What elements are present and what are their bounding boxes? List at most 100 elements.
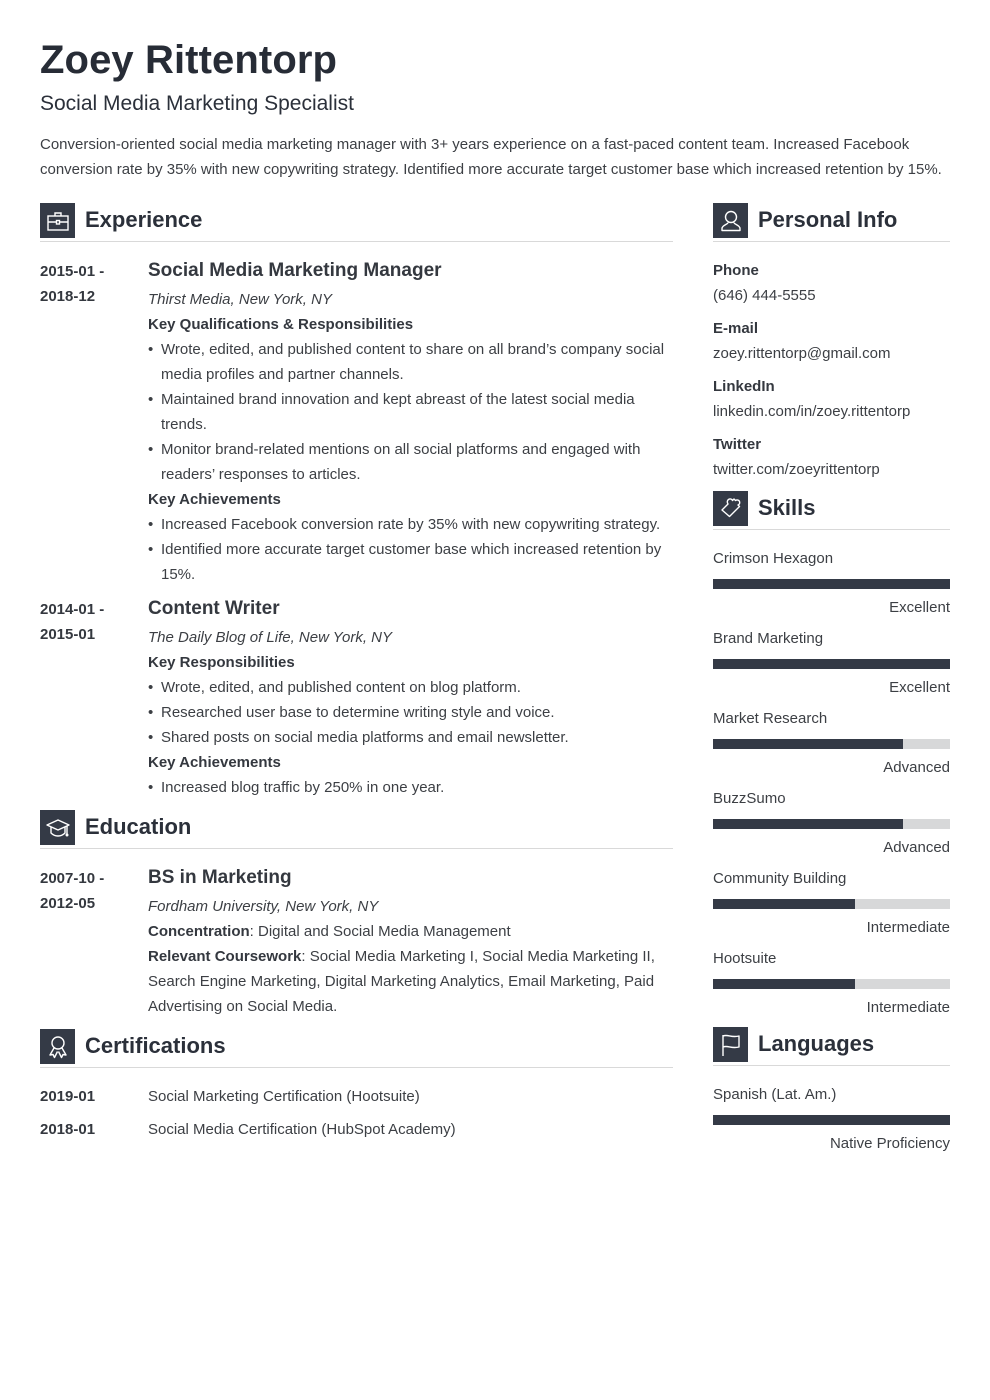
briefcase-icon xyxy=(40,203,75,238)
languages-section: Languages Spanish (Lat. Am.) Native Profi… xyxy=(713,1026,950,1156)
skill-level-label: Intermediate xyxy=(866,999,950,1016)
degree-title: BS in Marketing xyxy=(148,867,292,888)
education-header: Education xyxy=(40,809,673,849)
job-bullet-list: Increased Facebook conversion rate by 35… xyxy=(148,512,673,587)
languages-heading: Languages xyxy=(758,1031,875,1056)
skill-name: Community Building xyxy=(713,870,847,887)
personal-info-section: Personal Info Phone (646) 444-5555 E-mai… xyxy=(713,202,950,482)
skill: BuzzSumo Advanced xyxy=(713,786,950,860)
job-group-label: Key Qualifications & Responsibilities xyxy=(148,316,414,333)
education-section: Education 2007-10 - 2012-05 BS in Market… xyxy=(40,809,673,1019)
skill-level-fill xyxy=(713,739,903,749)
job-date-end: 2015-01 xyxy=(40,626,96,643)
award-ribbon-icon xyxy=(40,1029,75,1064)
skill-level-bar xyxy=(713,579,950,589)
skills-section: Skills Crimson Hexagon Excellent Brand Mar… xyxy=(713,490,950,1020)
job-bullet: Increased blog traffic by 250% in one ye… xyxy=(148,775,673,800)
skills-list: Crimson Hexagon Excellent Brand Marketing E… xyxy=(713,546,950,1020)
job-date-end: 2018-12 xyxy=(40,288,96,305)
skill: Crimson Hexagon Excellent xyxy=(713,546,950,620)
skill-name: Hootsuite xyxy=(713,950,777,967)
job-role: Social Media Marketing Manager xyxy=(148,260,442,281)
job-employer: The Daily Blog of Life, New York, NY xyxy=(148,629,392,646)
experience-header: Experience xyxy=(40,202,673,242)
email-label: E-mail xyxy=(713,320,759,337)
skill: Hootsuite Intermediate xyxy=(713,946,950,1020)
skill: Brand Marketing Excellent xyxy=(713,626,950,700)
job-group-label: Key Achievements xyxy=(148,754,281,771)
skill-level-label: Advanced xyxy=(883,759,950,776)
certification-name: Social Marketing Certification (Hootsuit… xyxy=(148,1088,420,1105)
job-date-start: 2015-01 - xyxy=(40,263,105,280)
school-name: Fordham University, New York, NY xyxy=(148,898,379,915)
job-bullet: Monitor brand-related mentions on all so… xyxy=(148,437,673,487)
job-bullet: Maintained brand innovation and kept abr… xyxy=(148,387,673,437)
skill-level-bar xyxy=(713,739,950,749)
education-heading: Education xyxy=(85,814,192,839)
skill-level-bar xyxy=(713,979,950,989)
sidebar-column: Personal Info Phone (646) 444-5555 E-mai… xyxy=(713,202,950,1162)
concentration-line: Concentration: Digital and Social Media … xyxy=(148,919,673,944)
certifications-header: Certifications xyxy=(40,1028,673,1068)
certifications-section: Certifications 2019-01 Social Marketing … xyxy=(40,1028,673,1150)
certification-date: 2018-01 xyxy=(40,1121,96,1138)
job-bullet-list: Wrote, edited, and published content to … xyxy=(148,337,673,487)
skill-level-label: Advanced xyxy=(883,839,950,856)
job-group-label: Key Achievements xyxy=(148,491,281,508)
flag-icon xyxy=(713,1027,748,1062)
twitter-value: twitter.com/zoeyrittentorp xyxy=(713,461,880,478)
phone-value: (646) 444-5555 xyxy=(713,287,816,304)
education-dates: 2007-10 - 2012-05 xyxy=(40,866,130,916)
job-bullet: Identified more accurate target customer… xyxy=(148,537,673,587)
job-entry: 2015-01 - 2018-12 Social Media Marketing… xyxy=(40,258,673,587)
language-name: Spanish (Lat. Am.) xyxy=(713,1086,837,1103)
coursework-line: Relevant Coursework: Social Media Market… xyxy=(148,944,673,1019)
languages-list: Spanish (Lat. Am.) Native Proficiency xyxy=(713,1082,950,1156)
skills-heading: Skills xyxy=(758,495,816,520)
skill-level-label: Intermediate xyxy=(866,919,950,936)
education-entry: 2007-10 - 2012-05 BS in Marketing Fordha… xyxy=(40,865,673,1019)
phone-label: Phone xyxy=(713,262,759,279)
job-bullet: Shared posts on social media platforms a… xyxy=(148,725,673,750)
job-employer: Thirst Media, New York, NY xyxy=(148,291,332,308)
skill-name: BuzzSumo xyxy=(713,790,786,807)
skill-name: Crimson Hexagon xyxy=(713,550,834,567)
email-field: E-mail zoey.rittentorp@gmail.com xyxy=(713,316,950,366)
skill-level-fill xyxy=(713,899,856,909)
phone-field: Phone (646) 444-5555 xyxy=(713,258,950,308)
skill-level-label: Excellent xyxy=(889,679,950,696)
skill-level-fill xyxy=(713,579,950,589)
certifications-heading: Certifications xyxy=(85,1033,226,1058)
skill-level-fill xyxy=(713,979,856,989)
languages-header: Languages xyxy=(713,1026,950,1066)
job-bullet: Increased Facebook conversion rate by 35… xyxy=(148,512,673,537)
skill-level-fill xyxy=(713,659,950,669)
skill: Market Research Advanced xyxy=(713,706,950,780)
job-group-label: Key Responsibilities xyxy=(148,654,295,671)
certification-date: 2019-01 xyxy=(40,1088,96,1105)
job-dates: 2015-01 - 2018-12 xyxy=(40,259,130,309)
personal-info-header: Personal Info xyxy=(713,202,950,242)
skill-level-bar xyxy=(713,899,950,909)
job-bullet-list: Wrote, edited, and published content on … xyxy=(148,675,673,750)
job-dates: 2014-01 - 2015-01 xyxy=(40,597,130,647)
puzzle-piece-icon xyxy=(713,491,748,526)
certification-name: Social Media Certification (HubSpot Acad… xyxy=(148,1121,456,1138)
language-level-label: Native Proficiency xyxy=(829,1135,950,1152)
personal-info-heading: Personal Info xyxy=(758,207,898,232)
email-value: zoey.rittentorp@gmail.com xyxy=(713,345,891,362)
education-date-start: 2007-10 - xyxy=(40,870,105,887)
main-column: Experience 2015-01 - 2018-12 Social Medi… xyxy=(40,202,673,1150)
concentration-value: : Digital and Social Media Management xyxy=(249,923,511,940)
language-level-fill xyxy=(713,1115,950,1125)
skills-header: Skills xyxy=(713,490,950,530)
profile-summary: Conversion-oriented social media marketi… xyxy=(40,136,942,178)
candidate-title: Social Media Marketing Specialist xyxy=(40,92,354,115)
language-level-bar xyxy=(713,1115,950,1125)
skill-level-bar xyxy=(713,659,950,669)
linkedin-label: LinkedIn xyxy=(713,378,775,395)
skill-name: Market Research xyxy=(713,710,828,727)
experience-section: Experience 2015-01 - 2018-12 Social Medi… xyxy=(40,202,673,800)
job-role: Content Writer xyxy=(148,598,280,619)
user-icon xyxy=(713,203,748,238)
